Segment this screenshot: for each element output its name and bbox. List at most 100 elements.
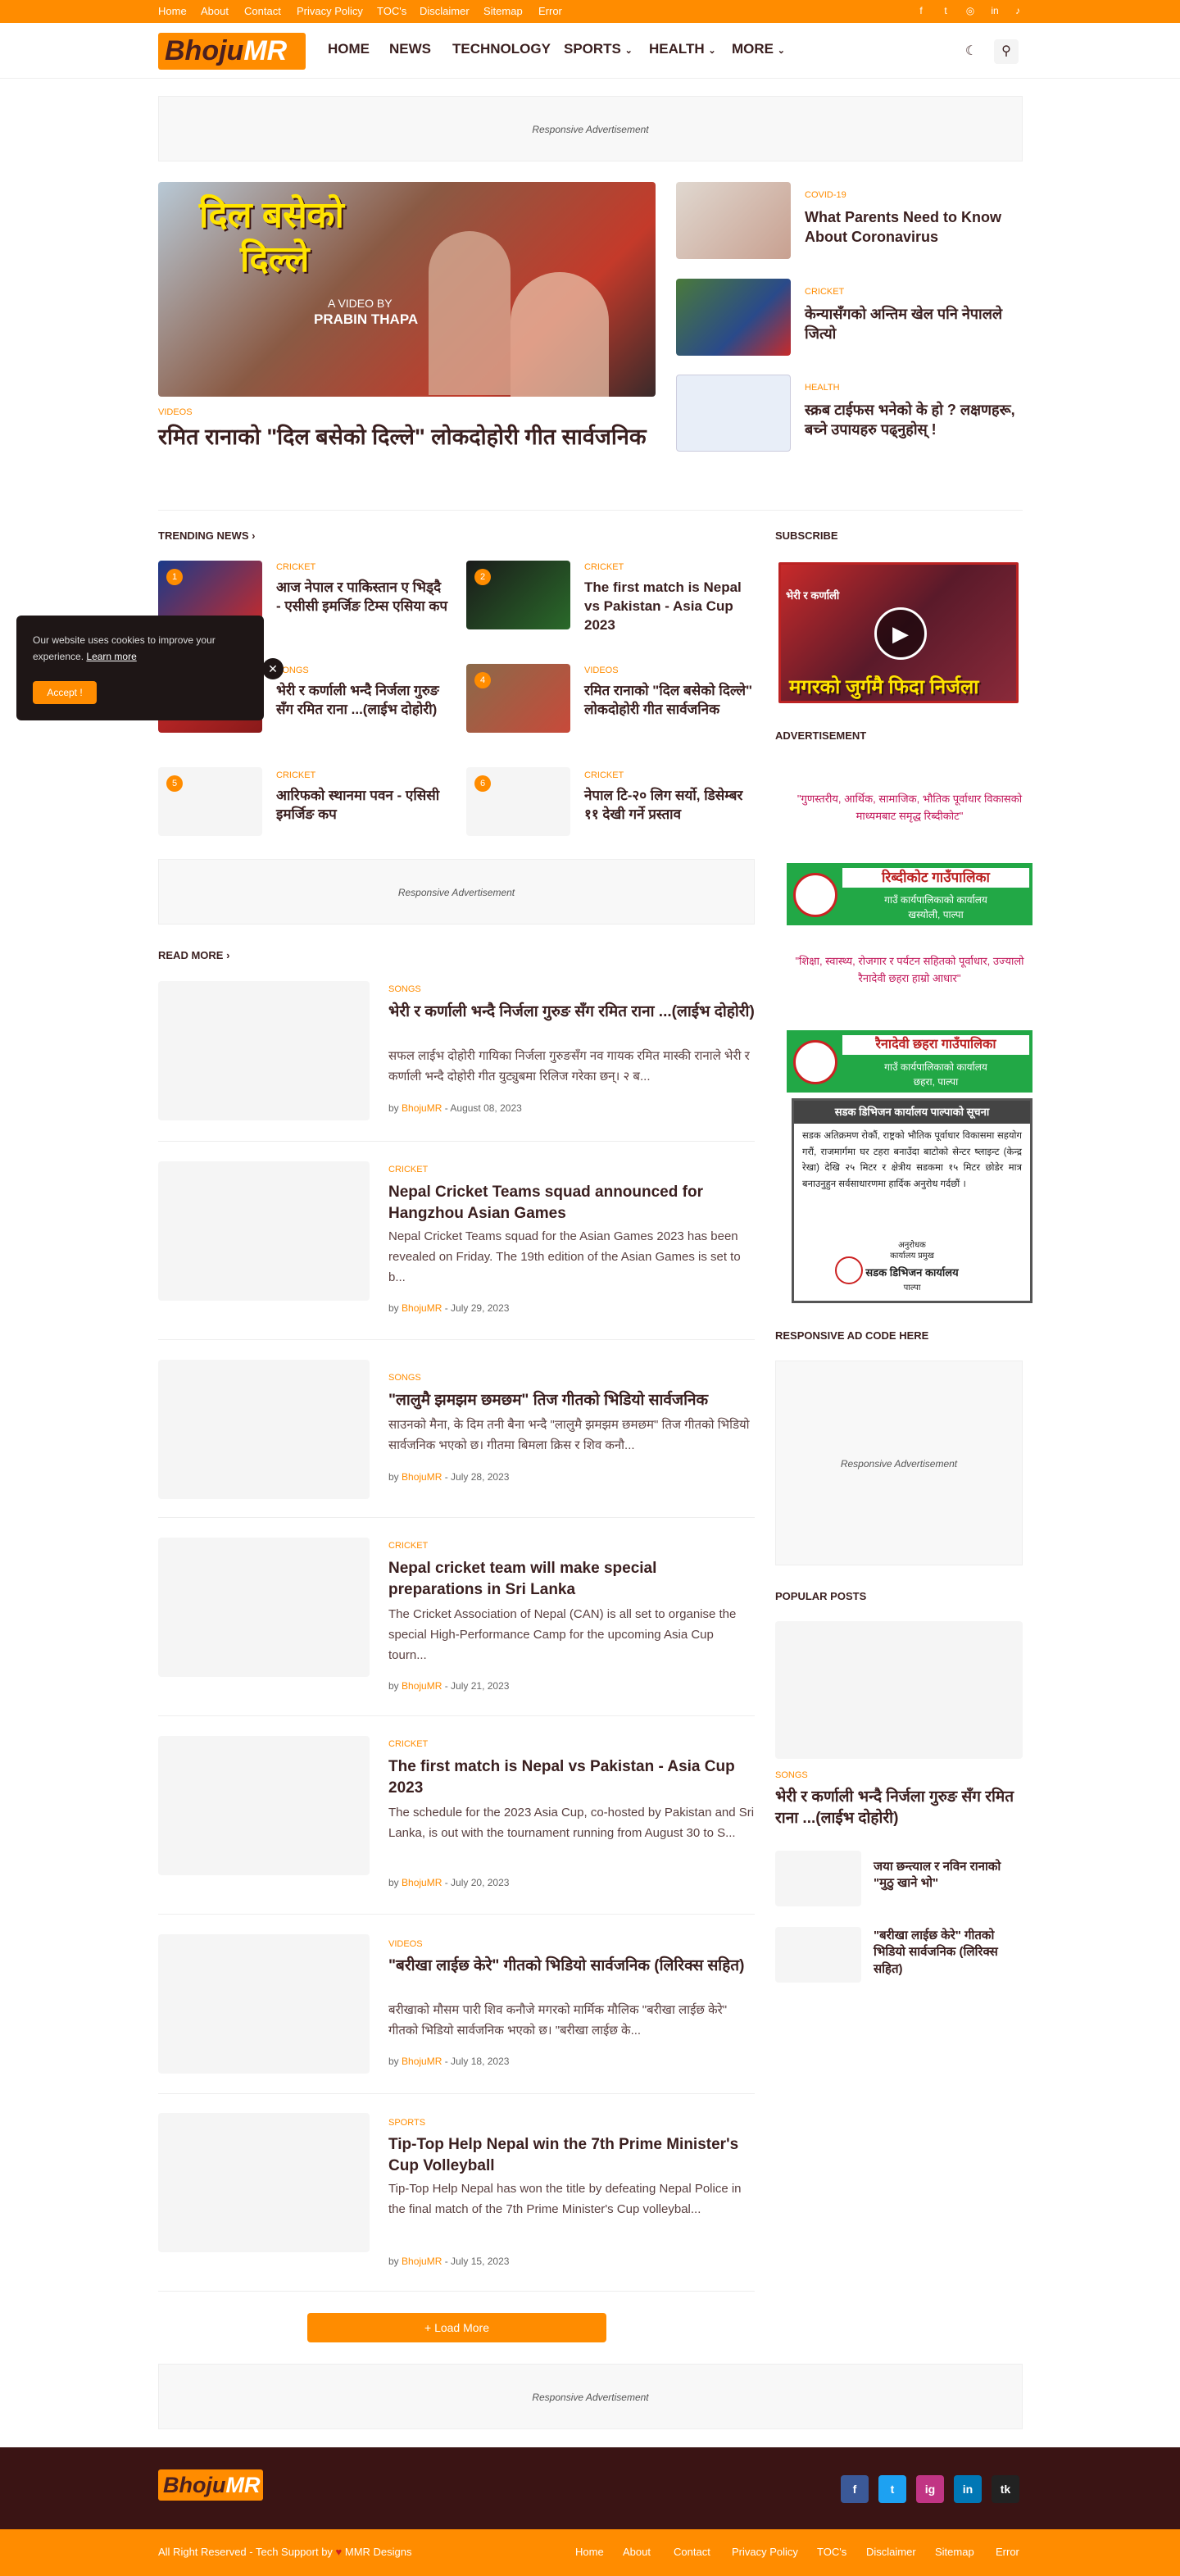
featured-thumb-1[interactable] [676, 182, 791, 259]
post-title-6[interactable]: "बरीखा लाईछ केरे" गीतको भिडियो सार्वजनिक… [388, 1956, 755, 1977]
ad-middle[interactable]: Responsive Advertisement [158, 859, 755, 925]
post-category-6[interactable]: VIDEOS [388, 1939, 423, 1949]
footer-logo[interactable]: BhojuMR [158, 2469, 263, 2501]
top-link-home[interactable]: Home [158, 5, 187, 17]
post-author-3[interactable]: BhojuMR [402, 1471, 442, 1483]
post-category-7[interactable]: SPORTS [388, 2118, 425, 2128]
popular-title-2[interactable]: "बरीखा लाईछ केरे" गीतको भिडियो सार्वजनिक… [874, 1928, 1023, 1978]
close-icon[interactable]: ✕ [262, 658, 284, 679]
trending-category-2[interactable]: CRICKET [584, 562, 624, 572]
hero-category[interactable]: VIDEOS [158, 407, 193, 417]
featured-thumb-2[interactable] [676, 279, 791, 356]
top-link-error[interactable]: Error [538, 5, 562, 17]
post-thumb-2[interactable] [158, 1161, 370, 1301]
featured-title-1[interactable]: What Parents Need to Know About Coronavi… [805, 207, 1022, 248]
post-author-6[interactable]: BhojuMR [402, 2056, 442, 2067]
featured-thumb-3[interactable] [676, 375, 791, 452]
ad-notice-road-division[interactable]: सडक डिभिजन कार्यालय पाल्पाको सूचना सडक अ… [792, 1098, 1032, 1303]
trending-title-4[interactable]: रमित रानाको "दिल बसेको दिल्ले" लोकदोहोरी… [584, 682, 756, 720]
footer-link-error[interactable]: Error [996, 2546, 1019, 2558]
top-link-about[interactable]: About [201, 5, 229, 17]
post-author-1[interactable]: BhojuMR [402, 1102, 442, 1114]
twitter-icon[interactable]: t [939, 4, 952, 17]
site-logo[interactable]: BhojuMR [158, 33, 306, 70]
trending-heading[interactable]: TRENDING NEWS › [158, 529, 255, 542]
post-thumb-3[interactable] [158, 1360, 370, 1499]
post-author-2[interactable]: BhojuMR [402, 1302, 442, 1314]
post-title-3[interactable]: "लालुमै झमझम छमछम" तिज गीतको भिडियो सार्… [388, 1390, 755, 1411]
top-link-privacy[interactable]: Privacy Policy [297, 5, 363, 17]
footer-link-sitemap[interactable]: Sitemap [935, 2546, 974, 2558]
post-author-5[interactable]: BhojuMR [402, 1877, 442, 1888]
load-more-button[interactable]: + Load More [307, 2313, 606, 2342]
post-thumb-5[interactable] [158, 1736, 370, 1875]
ad-banner-ribdikot[interactable]: रिब्दीकोट गाउँपालिका गाउँ कार्यपालिकाको … [787, 863, 1032, 925]
popular-main-thumb[interactable] [775, 1621, 1023, 1759]
linkedin-icon[interactable]: in [954, 2475, 982, 2503]
trending-title-5[interactable]: आरिफको स्थानमा पवन - एसिसी इमर्जिङ कप [276, 787, 448, 825]
post-title-1[interactable]: भेरी र कर्णाली भन्दै निर्जला गुरुङ सँग र… [388, 1002, 755, 1023]
popular-thumb-1[interactable] [775, 1851, 861, 1906]
trending-title-2[interactable]: The first match is Nepal vs Pakistan - A… [584, 579, 756, 635]
post-title-4[interactable]: Nepal cricket team will make special pre… [388, 1558, 755, 1600]
post-title-7[interactable]: Tip-Top Help Nepal win the 7th Prime Min… [388, 2134, 755, 2176]
search-icon[interactable]: ⚲ [994, 39, 1019, 64]
cookie-learn-more-link[interactable]: Learn more [86, 651, 136, 662]
popular-title-1[interactable]: जया छन्त्याल र नविन रानाको "मुठु खाने भो… [874, 1859, 1023, 1892]
instagram-icon[interactable]: ig [916, 2475, 944, 2503]
post-title-2[interactable]: Nepal Cricket Teams squad announced for … [388, 1182, 755, 1224]
featured-category-2[interactable]: CRICKET [805, 287, 844, 297]
support-link[interactable]: MMR Designs [345, 2546, 412, 2558]
top-link-contact[interactable]: Contact [244, 5, 281, 17]
featured-title-2[interactable]: केन्यासँगको अन्तिम खेल पनि नेपालले जित्य… [805, 304, 1022, 344]
nav-more[interactable]: MORE ⌄ [732, 41, 785, 57]
linkedin-icon[interactable]: in [988, 4, 1001, 17]
subscribe-video[interactable]: भेरी र कर्णाली मगरको जुर्गमै फिदा निर्जल… [778, 562, 1019, 703]
post-category-4[interactable]: CRICKET [388, 1541, 428, 1551]
post-title-5[interactable]: The first match is Nepal vs Pakistan - A… [388, 1756, 755, 1798]
top-link-sitemap[interactable]: Sitemap [483, 5, 523, 17]
post-category-5[interactable]: CRICKET [388, 1739, 428, 1749]
post-thumb-1[interactable] [158, 981, 370, 1120]
top-link-disclaimer[interactable]: Disclaimer [420, 5, 470, 17]
hero-title[interactable]: रमित रानाको "दिल बसेको दिल्ले" लोकदोहोरी… [158, 422, 650, 452]
post-thumb-7[interactable] [158, 2113, 370, 2252]
trending-title-6[interactable]: नेपाल टि-२० लिग सर्यो, डिसेम्बर ११ देखी … [584, 787, 756, 825]
post-category-2[interactable]: CRICKET [388, 1165, 428, 1174]
nav-technology[interactable]: TECHNOLOGY [452, 41, 551, 57]
trending-title-3[interactable]: भेरी र कर्णाली भन्दै निर्जला गुरुङ सँग र… [276, 682, 448, 720]
trending-category-4[interactable]: VIDEOS [584, 666, 619, 675]
footer-link-contact[interactable]: Contact [674, 2546, 710, 2558]
post-category-1[interactable]: SONGS [388, 984, 421, 994]
ad-top[interactable]: Responsive Advertisement [158, 96, 1023, 161]
footer-link-home[interactable]: Home [575, 2546, 604, 2558]
featured-category-1[interactable]: COVID-19 [805, 190, 846, 200]
ad-bottom[interactable]: Responsive Advertisement [158, 2364, 1023, 2429]
twitter-icon[interactable]: t [878, 2475, 906, 2503]
popular-thumb-2[interactable] [775, 1927, 861, 1983]
nav-news[interactable]: NEWS [389, 41, 431, 57]
trending-category-5[interactable]: CRICKET [276, 770, 315, 780]
play-icon[interactable]: ▶ [874, 607, 927, 660]
nav-health[interactable]: HEALTH ⌄ [649, 41, 716, 57]
popular-main-category[interactable]: SONGS [775, 1770, 808, 1780]
footer-link-toc[interactable]: TOC's [817, 2546, 846, 2558]
ad-banner-rainadevi[interactable]: रैनादेवी छहरा गाउँपालिका गाउँ कार्यपालिक… [787, 1030, 1032, 1093]
footer-link-privacy[interactable]: Privacy Policy [732, 2546, 798, 2558]
tiktok-icon[interactable]: ♪ [1011, 4, 1024, 17]
tiktok-icon[interactable]: tk [992, 2475, 1019, 2503]
trending-title-1[interactable]: आज नेपाल र पाकिस्तान ए भिड्दै - एसीसी इम… [276, 579, 448, 616]
post-author-7[interactable]: BhojuMR [402, 2256, 442, 2267]
nav-home[interactable]: HOME [328, 41, 370, 57]
featured-title-3[interactable]: स्क्रब टाईफस भनेको के हो ? लक्षणहरू, बच्… [805, 400, 1022, 440]
featured-category-3[interactable]: HEALTH [805, 383, 840, 393]
ad-sidebar[interactable]: Responsive Advertisement [775, 1361, 1023, 1565]
read-more-heading[interactable]: READ MORE › [158, 949, 229, 961]
nav-sports[interactable]: SPORTS ⌄ [564, 41, 633, 57]
post-thumb-4[interactable] [158, 1538, 370, 1677]
top-link-toc[interactable]: TOC's [377, 5, 406, 17]
footer-link-about[interactable]: About [623, 2546, 651, 2558]
trending-category-6[interactable]: CRICKET [584, 770, 624, 780]
post-category-3[interactable]: SONGS [388, 1373, 421, 1383]
post-author-4[interactable]: BhojuMR [402, 1680, 442, 1692]
